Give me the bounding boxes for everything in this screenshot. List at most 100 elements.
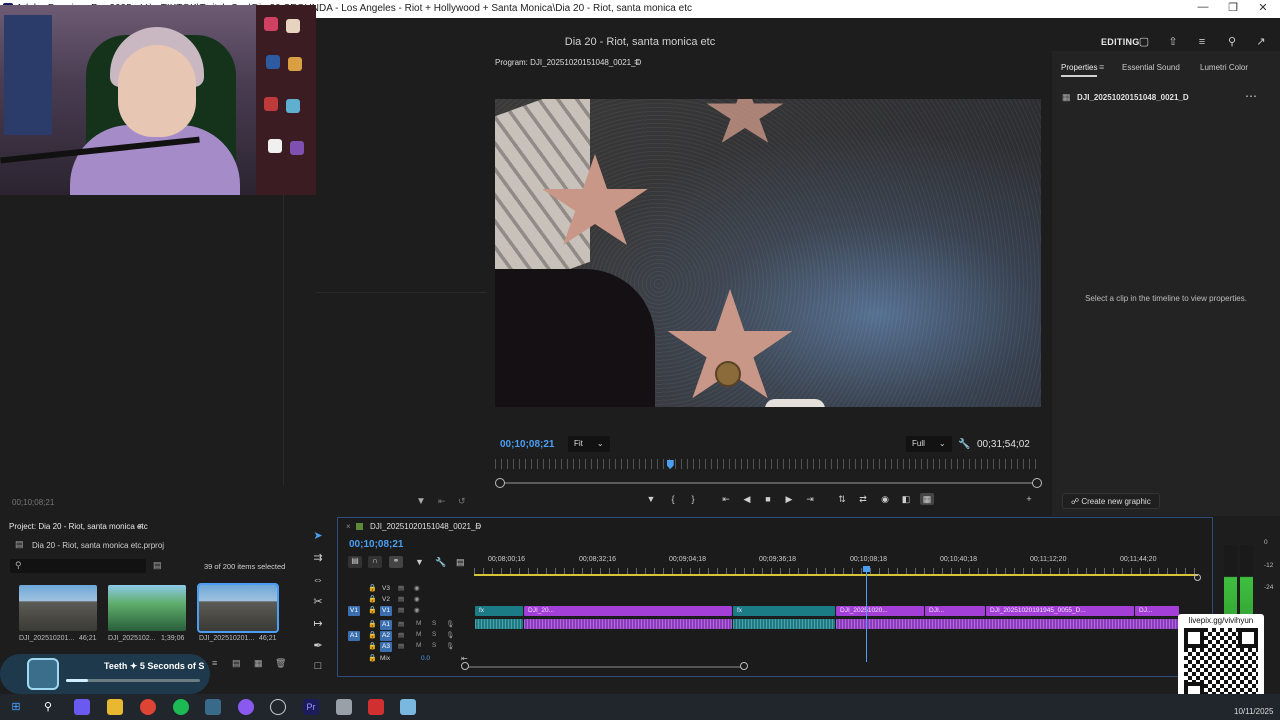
solo-icon[interactable]: S [432,642,436,649]
sync-lock-icon[interactable]: ▤ [398,584,404,592]
add-marker-icon[interactable]: ▼ [644,493,658,505]
close-icon[interactable]: ✕ [1248,1,1278,14]
scrollbar-handle-right[interactable] [740,662,748,670]
workspace-label[interactable]: EDITING [1101,37,1140,47]
share-icon[interactable]: ⇧ [1166,35,1180,49]
sync-lock-icon[interactable]: ▤ [398,631,404,639]
lock-icon[interactable]: 🔒 [368,620,377,628]
program-monitor-title[interactable]: Program: DJI_20251020151048_0021_D [495,58,641,67]
quality-dropdown[interactable]: Full ⌄ [906,436,952,452]
solo-icon[interactable]: S [432,620,436,627]
lift-icon[interactable]: ⇅ [835,493,849,505]
step-back-icon[interactable]: ◀ [740,493,754,505]
program-time-ruler[interactable] [495,459,1041,469]
timeline-zoom-scrollbar[interactable] [465,666,745,668]
audio-clip[interactable] [733,619,835,629]
chrome-icon[interactable] [140,699,156,715]
copilot-icon[interactable] [74,699,90,715]
track-label-a1[interactable]: A1 [380,620,392,630]
program-zoom-scrollbar[interactable] [495,478,1042,488]
clip-thumbnail[interactable] [108,585,186,631]
file-explorer-icon[interactable] [107,699,123,715]
source-patch-v1[interactable]: V1 [348,606,360,616]
microphone-icon[interactable]: 🎙 [446,631,454,639]
panel-menu-icon[interactable]: ≡ [1099,62,1104,72]
overwrite-icon[interactable]: ↺ [458,496,466,507]
lock-icon[interactable]: 🔒 [368,584,377,592]
timeline-playhead[interactable] [863,566,870,662]
zoom-handle[interactable] [1194,574,1201,581]
lock-icon[interactable]: 🔒 [368,606,377,614]
obs-icon[interactable] [270,699,286,715]
lock-icon[interactable]: 🔒 [368,642,377,650]
lock-icon[interactable]: 🔒 [368,631,377,639]
windows-start-icon[interactable]: ⊞ [8,699,24,715]
track-label-v1[interactable]: V1 [380,606,392,616]
sync-lock-icon[interactable]: ▤ [398,620,404,628]
linked-selection-icon[interactable]: ⚭ [389,556,403,568]
mute-icon[interactable]: M [416,642,421,649]
button-editor-icon[interactable]: + [1022,493,1036,505]
fit-dropdown[interactable]: Fit ⌄ [568,436,610,452]
trash-icon[interactable]: 🗑 [275,658,286,669]
ripple-edit-tool-icon[interactable]: ⇔ [310,572,326,588]
razor-tool-icon[interactable]: ✂ [310,594,326,610]
sequence-name[interactable]: DJI_20251020151048_0021_D [370,522,481,531]
minimize-icon[interactable]: — [1188,1,1218,13]
go-to-in-icon[interactable]: ⇤ [719,493,733,505]
discord-icon[interactable] [238,699,254,715]
filter-icon[interactable]: ▼ [416,496,426,507]
timeline-clip[interactable]: DJI_20251020191945_0055_D... [986,606,1134,616]
pen-tool-icon[interactable]: ✒ [310,638,326,654]
new-bin-icon[interactable]: ▤ [232,658,241,669]
track-label-v3[interactable]: V3 [380,584,392,594]
stop-icon[interactable]: ■ [761,493,775,505]
timeline-clip[interactable]: DJI... [925,606,985,616]
step-forward-icon[interactable]: ▶ [782,493,796,505]
lock-icon[interactable]: 🔒 [368,595,377,603]
wrench-icon[interactable]: 🔧 [435,557,446,568]
app-icon[interactable] [400,699,416,715]
video-frame[interactable] [495,99,1041,407]
new-item-icon[interactable]: ▦ [254,658,263,669]
microphone-icon[interactable]: 🎙 [446,620,454,628]
selection-tool-icon[interactable]: ➤ [310,528,326,544]
menu-icon[interactable]: ≡ [1195,35,1209,49]
go-to-out-icon[interactable]: ⇥ [803,493,817,505]
timeline-clip[interactable]: fx [475,606,523,616]
clip-thumbnail[interactable] [19,585,97,631]
eye-icon[interactable]: ◉ [414,606,420,614]
search-icon[interactable]: ⚲ [40,699,56,715]
timeline-clip[interactable]: DJI_20... [524,606,732,616]
sync-lock-icon[interactable]: ▤ [398,595,404,603]
eye-icon[interactable]: ◉ [414,584,420,592]
tab-essential-sound[interactable]: Essential Sound [1122,63,1180,72]
fullscreen-icon[interactable]: ↗ [1254,35,1268,49]
panel-menu-icon[interactable]: ≡ [138,521,143,531]
insert-icon[interactable]: ⇤ [438,496,446,507]
list-view-icon[interactable]: ≡ [212,658,217,668]
audio-clip[interactable] [836,619,1179,629]
comparison-view-icon[interactable]: ◧ [899,493,913,505]
timeline-current-timecode[interactable]: 00;10;08;21 [349,539,403,550]
add-marker-icon[interactable]: ▼ [415,557,424,567]
app-icon[interactable] [336,699,352,715]
tab-properties[interactable]: Properties [1061,63,1098,77]
track-label-a3[interactable]: A3 [380,642,392,652]
mark-out-icon[interactable]: } [686,493,700,505]
sync-lock-icon[interactable]: ▤ [398,642,404,650]
audio-clip[interactable] [475,619,523,629]
program-current-timecode[interactable]: 00;10;08;21 [500,439,554,450]
captions-icon[interactable]: ▤ [456,557,465,568]
source-patch-a1[interactable]: A1 [348,631,360,641]
track-select-tool-icon[interactable]: ⇉ [310,550,326,566]
export-frame-icon[interactable]: ◉ [878,493,892,505]
microphone-icon[interactable]: 🎙 [446,642,454,650]
solo-icon[interactable]: S [432,631,436,638]
wrench-icon[interactable]: 🔧 [958,439,970,450]
work-area-bar[interactable] [474,574,1198,576]
eye-icon[interactable]: ◉ [414,595,420,603]
close-icon[interactable]: × [346,522,351,531]
panel-menu-icon[interactable]: ≡ [634,57,639,67]
multicam-icon[interactable]: ▦ [920,493,934,505]
